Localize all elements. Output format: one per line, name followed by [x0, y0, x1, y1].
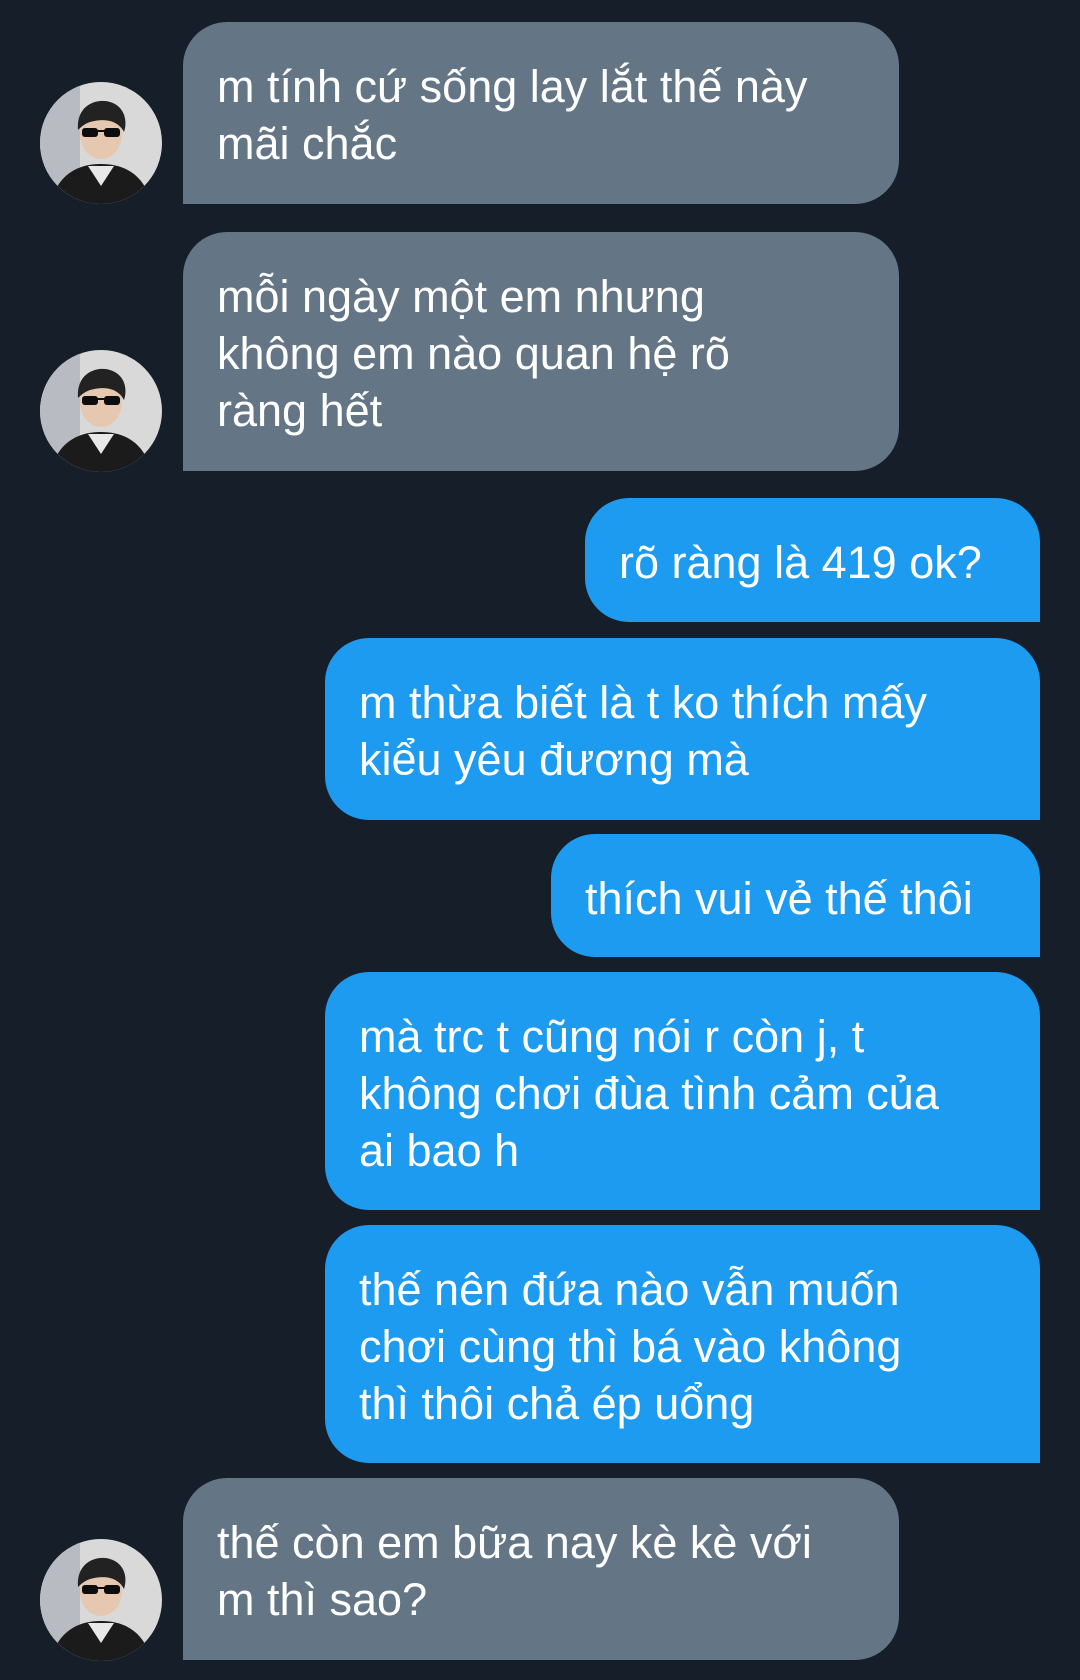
message-bubble-outgoing[interactable]: rõ ràng là 419 ok? — [585, 498, 1040, 622]
message-bubble-incoming[interactable]: m tính cứ sống lay lắt thế này mãi chắc — [183, 22, 899, 204]
contact-avatar[interactable] — [40, 1539, 162, 1661]
message-bubble-outgoing[interactable]: mà trc t cũng nói r còn j, t không chơi … — [325, 972, 1040, 1210]
conversation-thread: m tính cứ sống lay lắt thế này mãi chắc … — [0, 0, 1080, 1680]
message-bubble-incoming[interactable]: mỗi ngày một em nhưng không em nào quan … — [183, 232, 899, 471]
avatar-photo-icon — [40, 1539, 162, 1661]
message-bubble-incoming[interactable]: thế còn em bữa nay kè kè với m thì sao? — [183, 1478, 899, 1660]
message-bubble-outgoing[interactable]: thích vui vẻ thế thôi — [551, 834, 1040, 957]
avatar-photo-icon — [40, 350, 162, 472]
contact-avatar[interactable] — [40, 350, 162, 472]
message-bubble-outgoing[interactable]: m thừa biết là t ko thích mấy kiểu yêu đ… — [325, 638, 1040, 820]
message-bubble-outgoing[interactable]: thế nên đứa nào vẫn muốn chơi cùng thì b… — [325, 1225, 1040, 1463]
avatar-photo-icon — [40, 82, 162, 204]
contact-avatar[interactable] — [40, 82, 162, 204]
